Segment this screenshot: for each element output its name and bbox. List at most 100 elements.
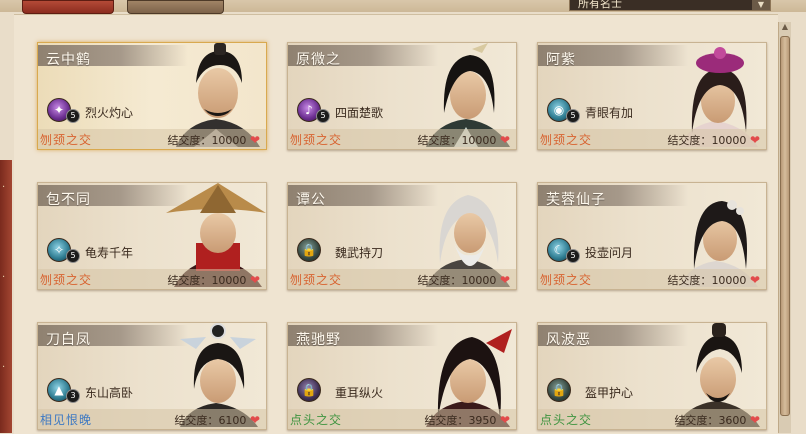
affinity-label: 结交度： (667, 134, 712, 147)
left-side-tab-strip[interactable]: · · · (0, 160, 12, 433)
scholar-filter-dropdown[interactable]: 所有名士 ▼ (569, 0, 771, 11)
scholar-name: 阿紫 (546, 52, 576, 68)
scholar-name: 谭公 (296, 192, 326, 208)
skill-name: 四面楚歌 (335, 106, 384, 120)
relation-level: 刎颈之交 (540, 273, 593, 287)
card-footer: 点头之交 结交度：3600 ❤ (538, 409, 766, 429)
chevron-down-icon[interactable]: ▼ (752, 0, 770, 10)
affinity-label: 结交度： (167, 274, 212, 287)
affinity-value: 结交度：3950 ❤ (424, 412, 510, 428)
affinity-value: 结交度：3600 ❤ (674, 412, 760, 428)
affinity-label: 结交度： (417, 274, 462, 287)
heart-icon: ❤ (499, 133, 510, 147)
relation-level: 刎颈之交 (290, 133, 343, 147)
tab-active[interactable] (22, 0, 114, 14)
skill-name: 盔甲护心 (585, 386, 634, 400)
card-footer: 相见恨晚 结交度：6100 ❤ (38, 409, 266, 429)
affinity-label: 结交度： (667, 274, 712, 287)
affinity-label: 结交度： (167, 134, 212, 147)
scholar-name: 刀白凤 (46, 332, 91, 348)
skill-level-badge: 5 (316, 109, 330, 123)
heart-icon: ❤ (499, 273, 510, 287)
relation-level: 刎颈之交 (540, 133, 593, 147)
relation-level: 刎颈之交 (40, 133, 93, 147)
card-footer: 点头之交 结交度：3950 ❤ (288, 409, 516, 429)
affinity-value: 结交度：10000 ❤ (167, 272, 260, 288)
skill-name: 龟寿千年 (85, 246, 134, 260)
affinity-number: 10000 (211, 274, 247, 287)
skill-level-badge: 5 (66, 109, 80, 123)
skill-name: 烈火灼心 (85, 106, 134, 120)
affinity-value: 结交度：10000 ❤ (417, 132, 510, 148)
filter-selected-value: 所有名士 (578, 0, 622, 10)
affinity-label: 结交度： (674, 414, 719, 427)
heart-icon: ❤ (749, 413, 760, 427)
scholar-card[interactable]: 包不同 ✧ 5 龟寿千年 刎颈之交 结交度：10000 ❤ (37, 182, 267, 290)
scrollbar[interactable]: ▲ (778, 22, 791, 433)
heart-icon: ❤ (749, 273, 760, 287)
relation-level: 刎颈之交 (40, 273, 93, 287)
lock-icon[interactable]: 🔒 (297, 238, 321, 262)
skill-name: 青眼有加 (585, 106, 634, 120)
card-footer: 刎颈之交 结交度：10000 ❤ (38, 129, 266, 149)
card-footer: 刎颈之交 结交度：10000 ❤ (288, 129, 516, 149)
affinity-value: 结交度：10000 ❤ (167, 132, 260, 148)
affinity-value: 结交度：10000 ❤ (417, 272, 510, 288)
skill-level-badge: 5 (566, 109, 580, 123)
scholar-name: 包不同 (46, 192, 91, 208)
heart-icon: ❤ (249, 273, 260, 287)
scholar-card[interactable]: 燕驰野 🔒 重耳纵火 点头之交 结交度：3950 ❤ (287, 322, 517, 430)
affinity-value: 结交度：6100 ❤ (174, 412, 260, 428)
scholar-name: 燕驰野 (296, 332, 341, 348)
scholar-name: 原微之 (296, 52, 341, 68)
decor-glyph: · (2, 182, 6, 193)
heart-icon: ❤ (249, 133, 260, 147)
skill-level-badge: 3 (66, 389, 80, 403)
card-footer: 刎颈之交 结交度：10000 ❤ (538, 129, 766, 149)
decor-glyph: · (2, 362, 6, 373)
heart-icon: ❤ (249, 413, 260, 427)
affinity-number: 10000 (461, 274, 497, 287)
scholar-card[interactable]: 阿紫 ◉ 5 青眼有加 刎颈之交 结交度：10000 ❤ (537, 42, 767, 150)
relation-level: 刎颈之交 (290, 273, 343, 287)
affinity-value: 结交度：10000 ❤ (667, 132, 760, 148)
relation-level: 点头之交 (290, 413, 343, 427)
heart-icon: ❤ (749, 133, 760, 147)
scholar-name: 风波恶 (546, 332, 591, 348)
affinity-number: 10000 (711, 274, 747, 287)
lock-icon[interactable]: 🔒 (547, 378, 571, 402)
scholar-name: 云中鹤 (46, 52, 91, 68)
affinity-label: 结交度： (424, 414, 469, 427)
scholar-card[interactable]: 风波恶 🔒 盔甲护心 点头之交 结交度：3600 ❤ (537, 322, 767, 430)
skill-name: 投壶问月 (585, 246, 634, 260)
card-footer: 刎颈之交 结交度：10000 ❤ (538, 269, 766, 289)
affinity-label: 结交度： (417, 134, 462, 147)
scholar-card[interactable]: 原微之 ♪ 5 四面楚歌 刎颈之交 结交度：10000 ❤ (287, 42, 517, 150)
lock-icon[interactable]: 🔒 (297, 378, 321, 402)
skill-name: 重耳纵火 (335, 386, 384, 400)
scholar-name: 芙蓉仙子 (546, 192, 606, 208)
card-footer: 刎颈之交 结交度：10000 ❤ (288, 269, 516, 289)
affinity-label: 结交度： (174, 414, 219, 427)
scroll-up-icon[interactable]: ▲ (780, 22, 790, 32)
affinity-number: 10000 (211, 134, 247, 147)
skill-name: 东山高卧 (85, 386, 134, 400)
scroll-thumb[interactable] (780, 36, 790, 416)
heart-icon: ❤ (499, 413, 510, 427)
scholar-card[interactable]: 谭公 🔒 魏武持刀 刎颈之交 结交度：10000 ❤ (287, 182, 517, 290)
skill-level-badge: 5 (566, 249, 580, 263)
scholar-card[interactable]: 芙蓉仙子 ☾ 5 投壶问月 刎颈之交 结交度：10000 ❤ (537, 182, 767, 290)
skill-name: 魏武持刀 (335, 246, 384, 260)
affinity-value: 结交度：10000 ❤ (667, 272, 760, 288)
affinity-number: 10000 (711, 134, 747, 147)
scholar-card[interactable]: 云中鹤 ✦ 5 烈火灼心 刎颈之交 结交度：10000 ❤ (37, 42, 267, 150)
affinity-number: 6100 (218, 414, 247, 427)
tab-inactive[interactable] (127, 0, 224, 14)
affinity-number: 10000 (461, 134, 497, 147)
skill-level-badge: 5 (66, 249, 80, 263)
relation-level: 相见恨晚 (40, 413, 93, 427)
affinity-number: 3950 (468, 414, 497, 427)
card-footer: 刎颈之交 结交度：10000 ❤ (38, 269, 266, 289)
scholar-card[interactable]: 刀白凤 ▲ 3 东山高卧 相见恨晚 结交度：6100 ❤ (37, 322, 267, 430)
decor-glyph: · (2, 272, 6, 283)
